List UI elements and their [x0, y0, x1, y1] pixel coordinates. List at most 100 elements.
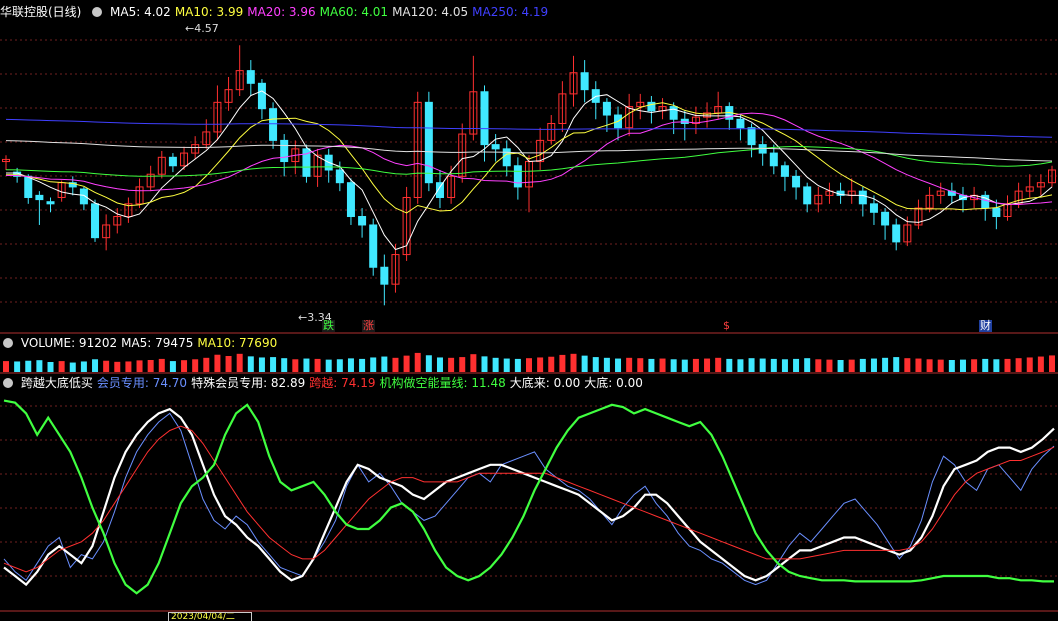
- volume-indicator-2: MA10: 77690: [197, 336, 278, 350]
- volume-bar: [681, 359, 688, 372]
- volume-bar: [870, 358, 877, 372]
- candle-body: [502, 148, 511, 167]
- candle-body: [513, 165, 522, 188]
- volume-bar: [181, 360, 188, 372]
- candle-body: [992, 207, 1001, 218]
- volume-bar: [147, 360, 154, 372]
- volume-bar: [937, 359, 944, 372]
- volume-bar: [69, 362, 76, 372]
- volume-bar: [225, 356, 232, 372]
- ma-indicator-2: MA20: 3.96: [247, 5, 316, 19]
- candle-body: [858, 190, 867, 205]
- volume-bar: [370, 357, 377, 372]
- volume-bar: [80, 361, 87, 372]
- chart-stage: [0, 39, 1058, 612]
- volume-bar: [603, 357, 610, 372]
- volume-bar: [1015, 358, 1022, 372]
- volume-bar: [381, 356, 388, 372]
- volume-bar: [804, 358, 811, 372]
- stock-title: 华联控股(日线): [0, 5, 82, 19]
- marker-drop[interactable]: 跌: [322, 320, 335, 332]
- oscillator-indicator-0: 跨越大底低买: [20, 376, 93, 390]
- volume-bar: [470, 354, 477, 372]
- candle-body: [280, 139, 289, 163]
- volume-bar: [448, 357, 455, 372]
- high-price-value: 4.57: [194, 22, 219, 35]
- candle-body: [35, 194, 44, 201]
- volume-bar: [58, 361, 65, 372]
- candle-body: [480, 91, 489, 146]
- volume-bar: [882, 357, 889, 372]
- volume-bar: [637, 358, 644, 372]
- volume-bar: [169, 361, 176, 372]
- volume-bar: [114, 361, 121, 372]
- volume-bar: [136, 360, 143, 372]
- volume-bar: [826, 359, 833, 372]
- volume-bar: [359, 358, 366, 372]
- candle-body: [346, 182, 355, 218]
- ma-indicator-3: MA60: 4.01: [319, 5, 389, 19]
- volume-bar: [704, 358, 711, 372]
- volume-bar: [815, 359, 822, 372]
- volume-bar: [659, 358, 666, 372]
- settings-dot-icon[interactable]: [3, 378, 13, 388]
- candle-body: [769, 152, 778, 167]
- candle-body: [424, 101, 433, 184]
- volume-bar: [92, 359, 99, 372]
- volume-bar: [1049, 355, 1055, 372]
- volume-bar: [548, 356, 555, 372]
- volume-bar: [503, 358, 510, 372]
- candle-body: [491, 144, 500, 150]
- volume-bar: [481, 356, 488, 372]
- candle-body: [369, 224, 378, 268]
- volume-bar: [581, 355, 588, 372]
- volume-bar: [203, 357, 210, 372]
- volume-bar: [125, 361, 132, 372]
- volume-bar: [959, 359, 966, 372]
- oscillator-indicator-2: 特殊会员专用: 82.89: [191, 376, 306, 390]
- marker-finance[interactable]: 财: [979, 320, 992, 332]
- volume-bar: [715, 357, 722, 372]
- ma-indicator-4: MA120: 4.05: [392, 5, 469, 19]
- volume-bar: [492, 357, 499, 372]
- volume-bar: [848, 359, 855, 372]
- volume-bar: [592, 357, 599, 372]
- volume-bar: [1026, 357, 1033, 372]
- indicator-panel-header: 跨越大底低买 会员专用: 74.70 特殊会员专用: 82.89 跨越: 74.19 机…: [0, 375, 651, 391]
- main-panel-header: 华联控股(日线) MA5: 4.02 MA10: 3.99 MA20: 3.96 MA…: [0, 4, 556, 20]
- candle-body: [269, 108, 278, 141]
- volume-bar: [726, 358, 733, 372]
- high-price-label: ←4.57: [185, 23, 219, 35]
- volume-bar: [325, 359, 332, 372]
- volume-bar: [770, 358, 777, 372]
- settings-dot-icon[interactable]: [92, 7, 103, 17]
- volume-bar: [526, 358, 532, 372]
- candle-body: [602, 101, 611, 116]
- volume-bar: [793, 358, 800, 372]
- marker-rise[interactable]: 涨: [362, 320, 375, 332]
- volume-indicator-1: MA5: 79475: [121, 336, 194, 350]
- volume-bar: [425, 355, 432, 372]
- settings-dot-icon[interactable]: [3, 338, 13, 348]
- volume-bar: [303, 358, 310, 372]
- oscillator-indicators: 跨越大底低买 会员专用: 74.70 特殊会员专用: 82.89 跨越: 74.19 机…: [21, 376, 647, 390]
- volume-bar: [748, 358, 755, 372]
- volume-bar: [258, 357, 265, 372]
- volume-bar: [281, 358, 288, 372]
- volume-bar: [559, 354, 566, 372]
- high-arrow-icon: ←: [185, 22, 195, 35]
- marker-dollar[interactable]: $: [722, 320, 731, 332]
- volume-bar: [314, 358, 321, 372]
- volume-bar: [414, 352, 421, 372]
- volume-bar: [514, 358, 521, 372]
- volume-bar: [915, 358, 922, 372]
- volume-bar: [270, 357, 277, 372]
- volume-bar: [781, 359, 788, 372]
- volume-bar: [392, 357, 399, 372]
- ma-indicator-5: MA250: 4.19: [472, 5, 549, 19]
- volume-bar: [692, 358, 699, 372]
- candle-body: [580, 72, 589, 91]
- candle-body: [803, 186, 812, 205]
- volume-bar: [926, 359, 933, 372]
- candle-body: [869, 203, 878, 213]
